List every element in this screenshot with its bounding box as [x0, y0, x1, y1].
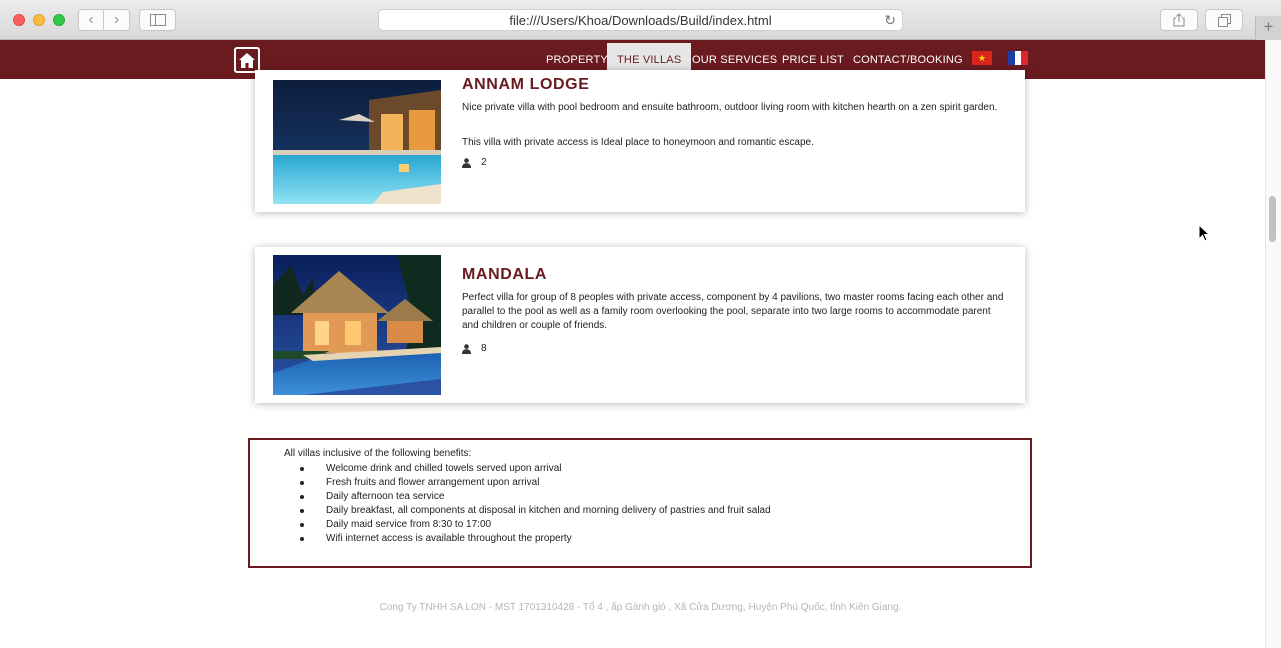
benefit-item: Fresh fruits and flower arrangement upon… [300, 476, 771, 490]
benefit-text: Welcome drink and chilled towels served … [326, 463, 562, 474]
share-icon [1173, 13, 1185, 27]
villa-description: Nice private villa with pool bedroom and… [462, 102, 998, 113]
villa-card-annam-lodge: ANNAM LODGE Nice private villa with pool… [255, 70, 1025, 212]
bullet-icon [300, 523, 304, 527]
annam-lodge-photo [273, 80, 441, 204]
person-icon [462, 343, 471, 354]
benefits-box: All villas inclusive of the following be… [248, 438, 1032, 568]
benefit-text: Wifi internet access is available throug… [326, 533, 572, 544]
bullet-icon [300, 509, 304, 513]
benefit-text: Daily maid service from 8:30 to 17:00 [326, 519, 492, 530]
benefit-item: Daily afternoon tea service [300, 490, 771, 504]
benefit-text: Daily breakfast, all components at dispo… [326, 505, 771, 516]
villa-card-mandala: MANDALA Perfect villa for group of 8 peo… [255, 247, 1025, 403]
villa-title: ANNAM LODGE [462, 76, 590, 93]
villa-title: MANDALA [462, 266, 548, 283]
new-tab-button[interactable]: + [1255, 16, 1281, 40]
benefit-item: Daily breakfast, all components at dispo… [300, 504, 771, 518]
guest-capacity: 8 [462, 343, 487, 354]
bullet-icon [300, 495, 304, 499]
forward-button[interactable]: › [104, 9, 130, 31]
sidebar-icon [149, 14, 166, 26]
mouse-cursor-icon [1198, 224, 1210, 242]
show-tabs-button[interactable] [1205, 9, 1243, 31]
benefit-item: Welcome drink and chilled towels served … [300, 462, 771, 476]
mandala-photo [273, 255, 441, 395]
benefits-intro: All villas inclusive of the following be… [284, 448, 472, 459]
back-button[interactable]: ‹ [78, 9, 104, 31]
zoom-window-button[interactable] [53, 14, 65, 26]
benefit-item: Wifi internet access is available throug… [300, 532, 771, 546]
tabs-icon [1217, 14, 1231, 27]
vertical-scrollbar[interactable] [1265, 40, 1281, 648]
bullet-icon [300, 467, 304, 471]
scrollbar-thumb[interactable] [1269, 196, 1276, 242]
benefit-item: Daily maid service from 8:30 to 17:00 [300, 518, 771, 532]
benefit-text: Daily afternoon tea service [326, 491, 445, 502]
vietnamese-flag-icon[interactable]: ★ [972, 51, 992, 65]
minimize-window-button[interactable] [33, 14, 45, 26]
sidebar-toggle-button[interactable] [139, 9, 176, 31]
address-bar[interactable]: file:///Users/Khoa/Downloads/Build/index… [378, 9, 903, 31]
url-text: file:///Users/Khoa/Downloads/Build/index… [509, 13, 772, 28]
french-flag-icon[interactable] [1008, 51, 1029, 65]
bullet-icon [300, 537, 304, 541]
footer-company-info: Cong Ty TNHH SA LON - MST 1701310428 - T… [379, 602, 902, 613]
guest-capacity: 2 [462, 157, 487, 168]
home-icon [239, 52, 255, 68]
close-window-button[interactable] [13, 14, 25, 26]
bullet-icon [300, 481, 304, 485]
reload-icon[interactable]: ↻ [884, 12, 896, 29]
benefits-list: Welcome drink and chilled towels served … [300, 462, 771, 546]
chevron-left-icon: ‹ [88, 11, 94, 28]
browser-toolbar: ‹ › file:///Users/Khoa/Downloads/Build/i… [0, 0, 1281, 40]
guest-count: 8 [481, 343, 487, 354]
chevron-right-icon: › [113, 11, 120, 28]
villa-description: This villa with private access is Ideal … [462, 137, 814, 148]
guest-count: 2 [481, 157, 487, 168]
benefit-text: Fresh fruits and flower arrangement upon… [326, 477, 540, 488]
person-icon [462, 157, 471, 168]
villa-description: Perfect villa for group of 8 peoples wit… [462, 292, 1004, 331]
share-button[interactable] [1160, 9, 1198, 31]
